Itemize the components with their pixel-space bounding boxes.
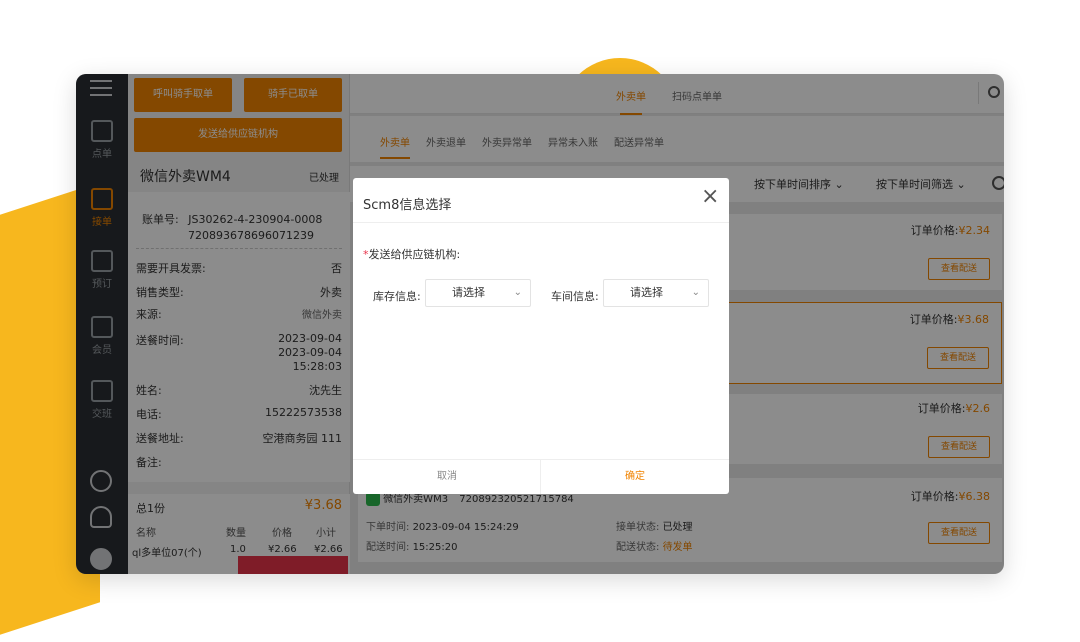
- workshop-label: 车间信息:: [551, 290, 599, 303]
- required-label: *发送给供应链机构:: [363, 248, 461, 261]
- dialog-title: Scm8信息选择: [363, 198, 452, 213]
- stage: 点单 接单 预订 会员 交班 呼叫骑手取单 骑手已取单 发送给供应链机构 微信外…: [0, 0, 1080, 642]
- close-icon[interactable]: ×: [701, 186, 719, 208]
- tablet-screen: 点单 接单 预订 会员 交班 呼叫骑手取单 骑手已取单 发送给供应链机构 微信外…: [76, 74, 1004, 574]
- cancel-button[interactable]: 取消: [353, 460, 541, 494]
- chevron-down-icon: ⌄: [513, 287, 522, 298]
- chevron-down-icon: ⌄: [691, 287, 700, 298]
- stock-select[interactable]: 请选择 ⌄: [425, 279, 531, 307]
- scm8-dialog: Scm8信息选择 × *发送给供应链机构: 库存信息: 请选择 ⌄ 车间信息: 请…: [353, 178, 729, 494]
- divider: [353, 222, 729, 223]
- stock-label: 库存信息:: [373, 290, 421, 303]
- workshop-select[interactable]: 请选择 ⌄: [603, 279, 709, 307]
- confirm-button[interactable]: 确定: [541, 460, 729, 494]
